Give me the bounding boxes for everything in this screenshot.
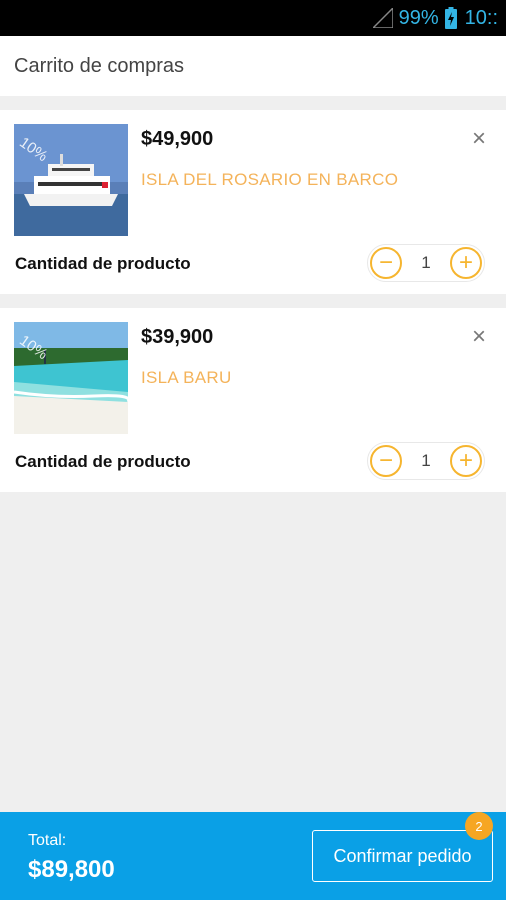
remove-item-button[interactable]: ×	[466, 323, 492, 350]
decrease-quantity-button[interactable]: −	[370, 445, 402, 477]
plus-icon: +	[458, 447, 473, 474]
item-price: $39,900	[141, 326, 214, 348]
clock: 10::	[464, 6, 498, 29]
item-price: $49,900	[141, 128, 214, 150]
quantity-label: Cantidad de producto	[15, 254, 191, 273]
confirm-order-button[interactable]: Confirmar pedido	[312, 830, 493, 882]
cart-count-badge: 2	[465, 812, 493, 840]
quantity-stepper: − 1 +	[367, 442, 485, 480]
cart-item: 10% $49,900 ISLA DEL ROSARIO EN BARCO × …	[0, 110, 506, 294]
decrease-quantity-button[interactable]: −	[370, 247, 402, 279]
signal-icon	[372, 8, 393, 28]
quantity-label: Cantidad de producto	[15, 452, 191, 471]
battery-percent: 99%	[398, 6, 439, 29]
product-image[interactable]: 10%	[14, 124, 128, 236]
total-value: $89,800	[28, 856, 115, 883]
close-icon: ×	[471, 323, 486, 350]
page-title-bar: Carrito de compras	[0, 36, 506, 96]
confirm-order-label: Confirmar pedido	[333, 845, 472, 866]
quantity-value: 1	[421, 451, 431, 470]
quantity-stepper: − 1 +	[367, 244, 485, 282]
total-label: Total:	[28, 832, 67, 849]
plus-icon: +	[458, 249, 473, 276]
item-name[interactable]: ISLA BARU	[141, 368, 232, 388]
minus-icon: −	[378, 249, 393, 276]
checkout-footer: Total: $89,800 Confirmar pedido 2	[0, 812, 506, 900]
product-image[interactable]: 10%	[14, 322, 128, 434]
increase-quantity-button[interactable]: +	[450, 445, 482, 477]
item-name[interactable]: ISLA DEL ROSARIO EN BARCO	[141, 170, 398, 190]
remove-item-button[interactable]: ×	[466, 125, 492, 152]
page-title: Carrito de compras	[14, 54, 185, 77]
battery-icon	[444, 7, 457, 29]
close-icon: ×	[471, 125, 486, 152]
status-bar: 99% 10::	[0, 0, 506, 36]
increase-quantity-button[interactable]: +	[450, 247, 482, 279]
quantity-value: 1	[421, 253, 431, 272]
minus-icon: −	[378, 447, 393, 474]
cart-item: 10% $39,900 ISLA BARU × Cantidad de prod…	[0, 308, 506, 492]
